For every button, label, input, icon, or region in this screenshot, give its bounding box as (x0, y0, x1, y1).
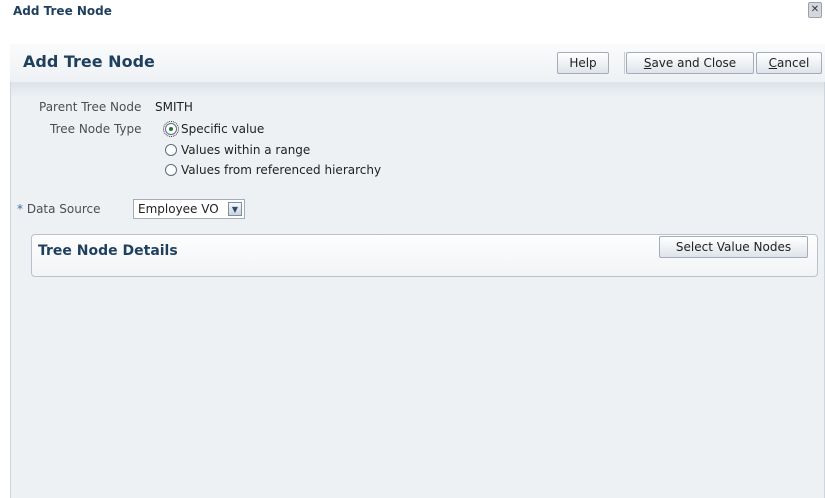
parent-tree-node-value: SMITH (155, 100, 193, 114)
chevron-down-icon[interactable]: ▼ (228, 202, 242, 216)
select-value-nodes-button[interactable]: Select Value Nodes (659, 236, 808, 258)
toolbar-separator (624, 52, 625, 74)
save-label-rest: ave and Close (651, 56, 737, 70)
left-border (10, 82, 11, 498)
dialog-title: Add Tree Node (13, 4, 112, 18)
radio-values-within-range[interactable] (165, 144, 177, 156)
radio-specific-value-label[interactable]: Specific value (181, 122, 264, 136)
form-area (11, 82, 824, 498)
help-button[interactable]: Help (557, 52, 609, 74)
data-source-select[interactable]: Employee VO ▼ (133, 199, 245, 219)
tree-node-type-label: Tree Node Type (50, 122, 142, 136)
data-source-label-text: Data Source (26, 202, 101, 216)
page-header: Add Tree Node Help Save and Close Cancel (10, 44, 825, 83)
form-top-band (11, 82, 824, 98)
cancel-mnemonic: C (768, 56, 778, 70)
parent-tree-node-label: Parent Tree Node (39, 100, 142, 114)
radio-values-from-hierarchy-label[interactable]: Values from referenced hierarchy (181, 163, 381, 177)
close-icon[interactable]: ✕ (808, 2, 822, 18)
data-source-label: * Data Source (17, 202, 101, 216)
radio-values-from-hierarchy[interactable] (165, 164, 177, 176)
radio-values-within-range-label[interactable]: Values within a range (181, 143, 310, 157)
save-and-close-button[interactable]: Save and Close (626, 52, 754, 74)
cancel-button[interactable]: Cancel (756, 52, 822, 74)
cancel-label-rest: ancel (777, 56, 810, 70)
tree-node-details-title: Tree Node Details (38, 243, 178, 259)
radio-specific-value[interactable] (163, 121, 179, 137)
page-title: Add Tree Node (23, 52, 155, 71)
dialog-title-bar: Add Tree Node ✕ (0, 0, 825, 22)
tree-node-details-panel: Tree Node Details Select Value Nodes (31, 234, 818, 277)
required-marker: * (17, 202, 23, 216)
data-source-selected-value: Employee VO (138, 202, 219, 216)
